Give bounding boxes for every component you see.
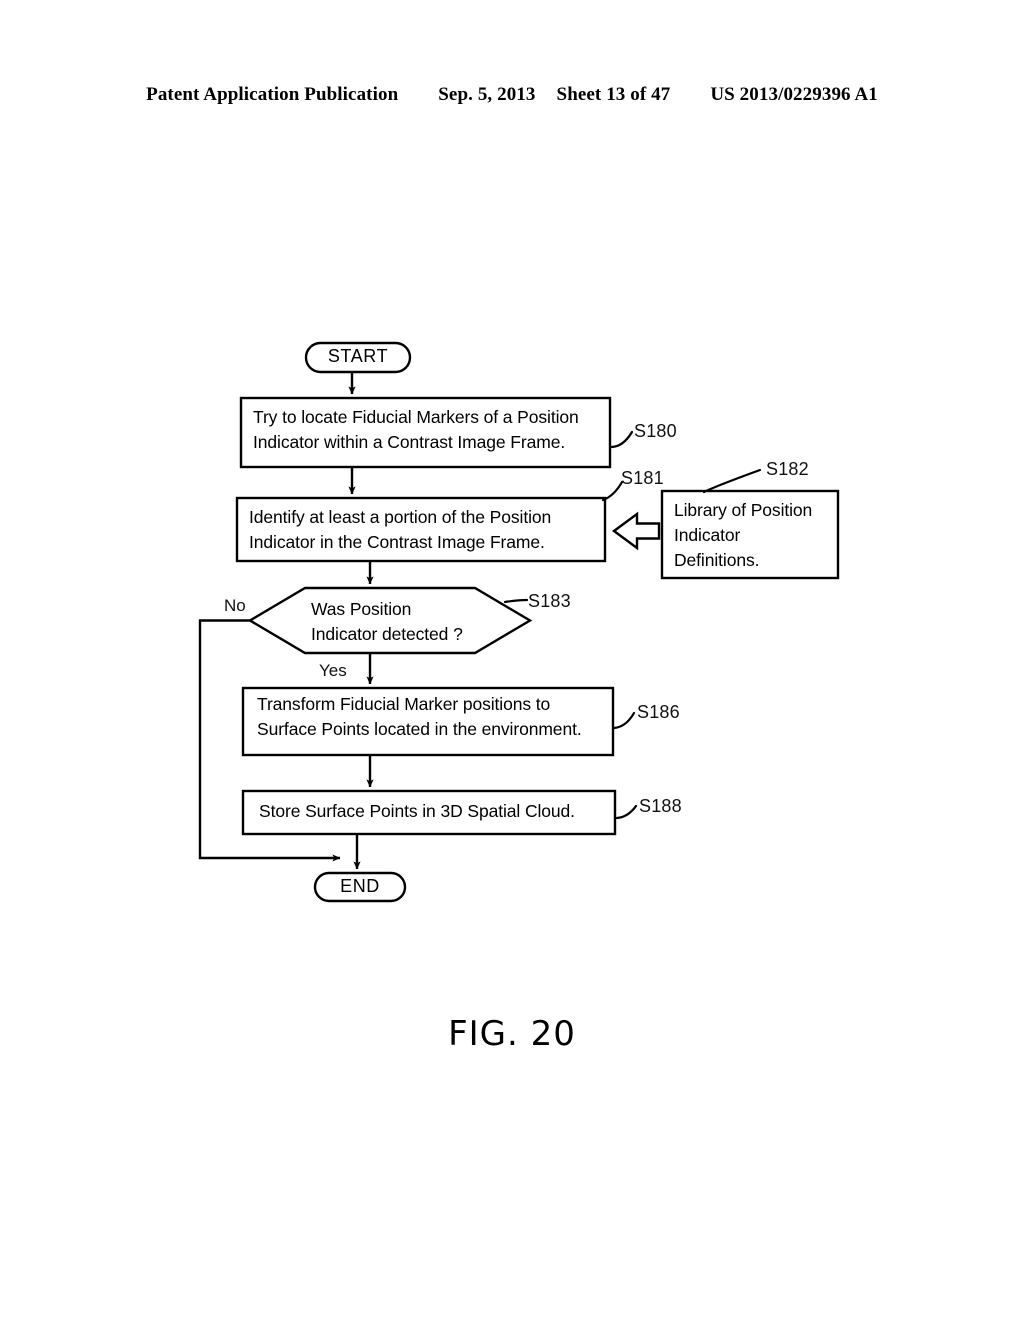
reference-numeral-s188: S188: [639, 796, 682, 816]
leader-s188: [615, 804, 638, 820]
leader-s186: [612, 711, 636, 730]
step-s188-label: Store Surface Points in 3D Spatial Cloud…: [259, 801, 575, 821]
step-s186-label: Transform Fiducial Marker positions to S…: [257, 694, 582, 739]
reference-numeral-s181: S181: [621, 468, 664, 488]
figure-caption: FIG. 20: [448, 1014, 576, 1054]
library-feed-block-arrow: [611, 511, 661, 551]
step-s183-label: Was Position Indicator detected ?: [311, 599, 463, 644]
reference-numeral-s182: S182: [766, 459, 809, 479]
leader-s180: [609, 430, 634, 449]
start-terminal-label: START: [327, 346, 389, 366]
leader-s182: [702, 468, 762, 494]
reference-numeral-s183: S183: [528, 591, 571, 611]
reference-numeral-s186: S186: [637, 702, 680, 722]
branch-label-yes: Yes: [319, 661, 347, 680]
step-s182-label: Library of Position Indicator Definition…: [674, 500, 813, 570]
step-s181-label: Identify at least a portion of the Posit…: [249, 507, 552, 552]
end-terminal-label: END: [340, 876, 380, 896]
branch-label-no: No: [224, 596, 246, 615]
flowchart-diagram: [198, 341, 840, 903]
reference-numeral-s180: S180: [634, 421, 677, 441]
figure-20-flowchart: START Try to locate Fiducial Markers of …: [0, 0, 1024, 1320]
step-s180-label: Try to locate Fiducial Markers of a Posi…: [253, 407, 579, 452]
